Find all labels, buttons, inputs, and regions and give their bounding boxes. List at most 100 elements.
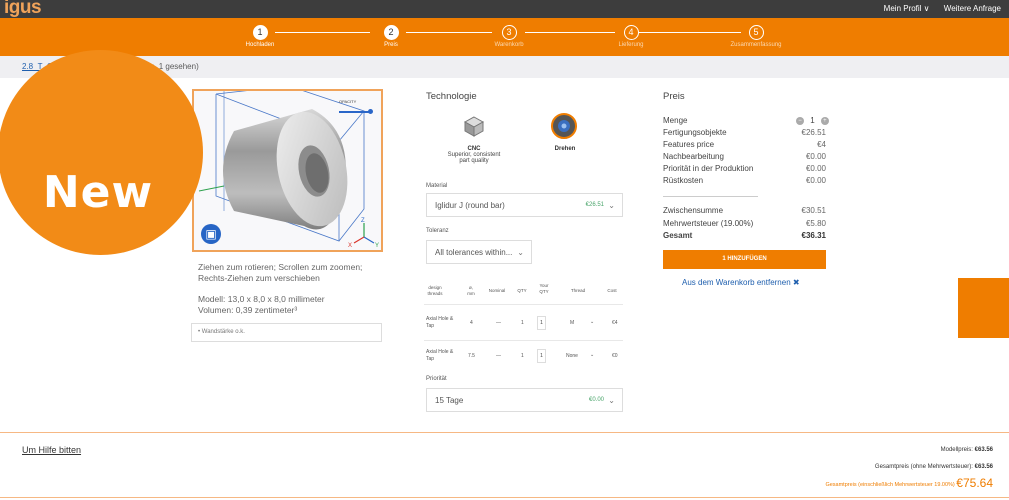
opacity-slider[interactable] bbox=[339, 109, 373, 114]
step-label: Preis bbox=[384, 42, 398, 48]
model-viewer[interactable]: Z X Y OPACITY ▣ bbox=[192, 89, 383, 252]
side-tab[interactable] bbox=[958, 278, 1009, 338]
model-dimensions: Modell: 13,0 x 8,0 x 8,0 millimeter Volu… bbox=[198, 294, 325, 316]
step-summary[interactable]: 5 Zusammenfassung bbox=[726, 25, 786, 48]
increase-button[interactable]: + bbox=[820, 116, 829, 125]
cnc-desc-2: part quality bbox=[459, 158, 489, 164]
material-value: Iglidur J (round bar) bbox=[435, 201, 505, 210]
vat-row: Mehrwertsteuer (19.00%) €5.80 bbox=[663, 219, 826, 230]
opacity-control[interactable]: OPACITY bbox=[339, 99, 373, 114]
step-delivery[interactable]: 4 Lieferung bbox=[601, 25, 661, 48]
vat-value: €5.80 bbox=[805, 219, 826, 228]
step-number: 4 bbox=[623, 25, 639, 40]
net-total-value: €63.56 bbox=[974, 464, 993, 470]
divider bbox=[0, 497, 1009, 498]
price-row: Priorität in der Produktion €0.00 bbox=[663, 164, 826, 175]
price-label: Features price bbox=[663, 140, 715, 149]
divider bbox=[424, 340, 623, 341]
step-cart[interactable]: 3 Warenkorb bbox=[479, 25, 539, 48]
feature-nominal: — bbox=[496, 353, 501, 359]
thread-select[interactable]: None bbox=[566, 353, 578, 360]
price-label: Fertigungsobjekte bbox=[663, 128, 727, 137]
price-row: Fertigungsobjekte €26.51 bbox=[663, 128, 826, 139]
view-cube-icon[interactable]: ▣ bbox=[201, 224, 221, 244]
net-total: Gesamtpreis (ohne Mehrwertsteuer): €63.5… bbox=[875, 464, 993, 470]
top-nav: Mein Profil ∨ Weitere Anfrage bbox=[872, 4, 1001, 13]
step-price[interactable]: 2 Preis bbox=[361, 25, 421, 48]
step-upload[interactable]: 1 Hochladen bbox=[230, 25, 290, 48]
turning-icon[interactable] bbox=[551, 113, 577, 139]
price-value: €4 bbox=[817, 140, 826, 149]
gross-total-value: €75.64 bbox=[956, 476, 993, 490]
step-number: 3 bbox=[501, 25, 517, 40]
price-label: Priorität in der Produktion bbox=[663, 164, 754, 173]
subtotal-label: Zwischensumme bbox=[663, 206, 724, 215]
new-badge: New bbox=[0, 50, 203, 255]
gross-total-label: Gesamtpreis (einschließlich Mehrwertsteu… bbox=[825, 482, 955, 488]
step-number: 1 bbox=[252, 25, 268, 40]
opacity-knob[interactable] bbox=[368, 109, 373, 114]
viewer-hint: Ziehen zum rotieren; Scrollen zum zoomen… bbox=[198, 262, 363, 283]
subtotal-value: €30.51 bbox=[801, 206, 826, 215]
gross-total: Gesamtpreis (einschließlich Mehrwertsteu… bbox=[825, 476, 993, 490]
top-bar: igus Mein Profil ∨ Weitere Anfrage bbox=[0, 0, 1009, 18]
tech-option-cnc[interactable]: CNC Superior, consistent part quality bbox=[440, 146, 508, 164]
opacity-label: OPACITY bbox=[339, 99, 357, 104]
price-title: Preis bbox=[663, 91, 685, 102]
cnc-icon[interactable] bbox=[463, 115, 485, 137]
col-header: Thread bbox=[570, 288, 586, 293]
subtotal-row: Zwischensumme €30.51 bbox=[663, 206, 826, 217]
your-qty-input[interactable]: 1 bbox=[537, 316, 546, 330]
step-label: Hochladen bbox=[245, 42, 275, 48]
feature-diameter: 4 bbox=[470, 320, 473, 326]
model-render: Z X Y bbox=[198, 91, 379, 249]
divider bbox=[0, 432, 1009, 433]
step-label: Lieferung bbox=[618, 42, 644, 48]
priority-value: 15 Tage bbox=[435, 396, 464, 405]
divider bbox=[424, 304, 623, 305]
chevron-down-icon: ⌄ bbox=[590, 352, 595, 358]
igus-logo[interactable]: igus bbox=[4, 0, 42, 19]
decrease-button[interactable]: − bbox=[796, 116, 804, 125]
profile-menu[interactable]: Mein Profil ∨ bbox=[884, 4, 930, 13]
help-link[interactable]: Um Hilfe bitten bbox=[22, 445, 81, 455]
net-total-label: Gesamtpreis (ohne Mehrwertsteuer): bbox=[874, 464, 973, 470]
tolerance-select[interactable]: All tolerances within... ⌄ bbox=[426, 240, 532, 264]
chevron-down-icon: ⌄ bbox=[590, 319, 595, 325]
material-price: €26.51 bbox=[585, 202, 604, 208]
col-header: Your QTY bbox=[539, 283, 549, 294]
turning-name: Drehen bbox=[554, 146, 576, 152]
new-badge-text: New bbox=[42, 167, 154, 218]
feature-cost: €0 bbox=[612, 353, 618, 359]
priority-select[interactable]: 15 Tage €0.00 ⌄ bbox=[426, 388, 623, 412]
add-to-cart-button[interactable]: 1 HINZUFÜGEN bbox=[663, 250, 826, 269]
your-qty-input[interactable]: 1 bbox=[537, 349, 546, 363]
price-row: Features price €4 bbox=[663, 140, 826, 151]
model-volume: Volumen: 0,39 zentimeter³ bbox=[198, 305, 298, 315]
quantity-value: 1 bbox=[810, 116, 815, 125]
material-label: Material bbox=[426, 183, 448, 189]
col-header: Cost bbox=[607, 288, 617, 293]
model-price: Modellpreis: €63.56 bbox=[941, 447, 993, 453]
technology-title: Technologie bbox=[426, 91, 477, 102]
chevron-down-icon: ⌄ bbox=[608, 201, 615, 210]
total-row: Gesamt €36.31 bbox=[663, 231, 826, 242]
step-number: 5 bbox=[748, 25, 764, 40]
feature-qty: 1 bbox=[521, 353, 524, 359]
model-size: Modell: 13,0 x 8,0 x 8,0 millimeter bbox=[198, 294, 325, 304]
material-select[interactable]: Iglidur J (round bar) €26.51 ⌄ bbox=[426, 193, 623, 217]
tech-option-turning[interactable]: Drehen bbox=[543, 146, 587, 152]
feature-name: Axial Hole & Tap bbox=[426, 349, 454, 362]
chevron-down-icon: ⌄ bbox=[608, 396, 615, 405]
step-number: 2 bbox=[383, 25, 399, 40]
feature-name: Axial Hole & Tap bbox=[426, 316, 454, 329]
price-label: Rüstkosten bbox=[663, 176, 704, 185]
quantity-stepper[interactable]: − 1 + bbox=[796, 116, 829, 125]
wall-thickness-check: • Wandstärke o.k. bbox=[191, 323, 382, 342]
thread-select[interactable]: M bbox=[570, 320, 574, 327]
progress-steps: 1 Hochladen 2 Preis 3 Warenkorb 4 Liefer… bbox=[0, 18, 1009, 56]
remove-from-cart-link[interactable]: Aus dem Warenkorb entfernen ✖ bbox=[682, 278, 800, 287]
col-header: ø, mm bbox=[467, 285, 475, 296]
more-requests-link[interactable]: Weitere Anfrage bbox=[944, 4, 1001, 13]
price-value: €0.00 bbox=[805, 176, 826, 185]
